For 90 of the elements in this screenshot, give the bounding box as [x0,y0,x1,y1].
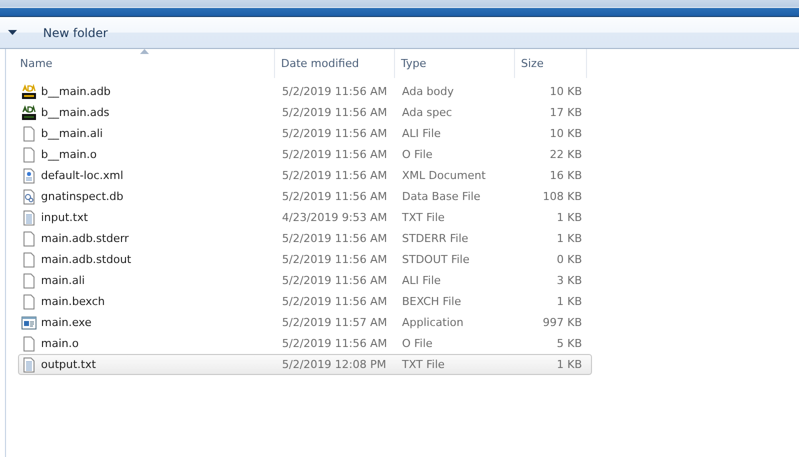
date-modified-cell-text: 5/2/2019 11:57 AM [281,316,388,329]
type-cell-text: ALI File [401,127,442,140]
application-window-icon [21,314,37,330]
ada-file-icon [21,104,37,120]
file-name: b__main.ali [41,127,103,140]
file-name: main.adb.stderr [41,232,129,245]
type-cell-text: Ada spec [401,106,454,119]
type-cell-text: XML Document [401,169,487,182]
file-row[interactable]: output.txt 5/2/2019 12:08 PM TXT File 1 KB [18,354,592,375]
size-cell-text: 16 KB [548,169,583,182]
column-header[interactable]: Type [395,49,515,78]
file-name: gnatinspect.db [41,190,124,203]
date-modified-cell-text: 5/2/2019 11:56 AM [281,253,388,266]
file-name: main.adb.stdout [41,253,132,266]
date-modified-cell-text: 5/2/2019 11:56 AM [281,169,388,182]
type-cell-text: Data Base File [401,190,482,203]
type-cell-text: O File [401,337,434,350]
settings-file-icon [21,188,37,204]
blank-file-icon [21,272,37,288]
type-cell-text: Application [401,316,464,329]
blank-file-icon [21,252,37,268]
date-modified-cell-text: 5/2/2019 11:56 AM [281,148,388,161]
date-modified-cell-text: 5/2/2019 11:56 AM [281,106,388,119]
size-cell-text: 1 KB [556,211,583,224]
text-file-icon [21,356,37,372]
size-cell-text: 22 KB [548,148,583,161]
file-row[interactable]: main.adb.stdout 5/2/2019 11:56 AM STDOUT File 0 KB [18,249,592,270]
file-row[interactable]: b__main.ali 5/2/2019 11:56 AM ALI File 10 KB [18,123,592,144]
file-row[interactable]: b__main.o 5/2/2019 11:56 AM O File 22 KB [18,144,592,165]
file-row[interactable]: main.ali 5/2/2019 11:56 AM ALI File 3 KB [18,270,592,291]
type-cell-text: ALI File [401,274,442,287]
xml-file-icon [21,168,37,184]
dropdown-caret-icon[interactable] [8,30,17,36]
file-row[interactable]: b__main.adb 5/2/2019 11:56 AM Ada body 10 KB [18,81,592,102]
size-cell-text: 1 KB [556,232,583,245]
type-cell-text: TXT File [401,358,446,371]
size-cell-text: 1 KB [556,358,583,371]
blank-file-icon [21,146,37,162]
new-folder-button[interactable]: New folder [37,22,114,44]
file-row[interactable]: main.o 5/2/2019 11:56 AM O File 5 KB [18,333,592,354]
type-cell-text: STDOUT File [401,253,471,266]
date-modified-cell-text: 4/23/2019 9:53 AM [281,211,388,224]
file-row[interactable]: main.exe 5/2/2019 11:57 AM Application 997 KB [18,312,592,333]
date-modified-cell-text: 5/2/2019 11:56 AM [281,232,388,245]
size-cell-text: 997 KB [542,316,583,329]
blank-file-icon [21,336,37,352]
file-name: b__main.o [41,148,97,161]
text-file-icon [21,210,37,226]
size-cell-text: 10 KB [548,127,583,140]
type-cell-text: TXT File [401,211,446,224]
date-modified-cell-text: 5/2/2019 11:56 AM [281,190,388,203]
date-modified-cell-text: 5/2/2019 11:56 AM [281,295,388,308]
file-row[interactable]: gnatinspect.db 5/2/2019 11:56 AM Data Base File 108 KB [18,186,592,207]
file-name: main.o [41,337,79,350]
file-row[interactable]: main.bexch 5/2/2019 11:56 AM BEXCH File 1 KB [18,291,592,312]
date-modified-cell-text: 5/2/2019 11:56 AM [281,337,388,350]
file-name: b__main.ads [41,106,110,119]
size-cell-text: 17 KB [548,106,583,119]
type-cell-text: O File [401,148,434,161]
type-cell-text: Ada body [401,85,455,98]
file-row[interactable]: default-loc.xml 5/2/2019 11:56 AM XML Document 16 KB [18,165,592,186]
file-name: main.bexch [41,295,105,308]
ada-file-icon [21,84,37,100]
file-row[interactable]: b__main.ads 5/2/2019 11:56 AM Ada spec 17 KB [18,102,592,123]
type-cell-text: STDERR File [401,232,470,245]
column-header[interactable]: Name [6,49,275,78]
blank-file-icon [21,294,37,310]
column-header[interactable]: Size [515,49,587,78]
file-name: main.ali [41,274,85,287]
date-modified-cell-text: 5/2/2019 12:08 PM [281,358,388,371]
size-cell-text: 108 KB [542,190,583,203]
size-cell-text: 1 KB [556,295,583,308]
blank-file-icon [21,230,37,246]
file-name: input.txt [41,211,88,224]
file-name: default-loc.xml [41,169,124,182]
file-name: b__main.adb [41,85,111,98]
size-cell-text: 10 KB [548,85,583,98]
file-name: main.exe [41,316,92,329]
blank-file-icon [21,126,37,142]
date-modified-cell-text: 5/2/2019 11:56 AM [281,85,388,98]
column-header[interactable]: Date modified [275,49,395,78]
file-row[interactable]: main.adb.stderr 5/2/2019 11:56 AM STDERR File 1 KB [18,228,592,249]
date-modified-cell-text: 5/2/2019 11:56 AM [281,274,388,287]
size-cell-text: 0 KB [556,253,583,266]
type-cell-text: BEXCH File [401,295,462,308]
size-cell-text: 3 KB [556,274,583,287]
size-cell-text: 5 KB [556,337,583,350]
file-row[interactable]: input.txt 4/23/2019 9:53 AM TXT File 1 KB [18,207,592,228]
date-modified-cell-text: 5/2/2019 11:56 AM [281,127,388,140]
file-name: output.txt [41,358,96,371]
